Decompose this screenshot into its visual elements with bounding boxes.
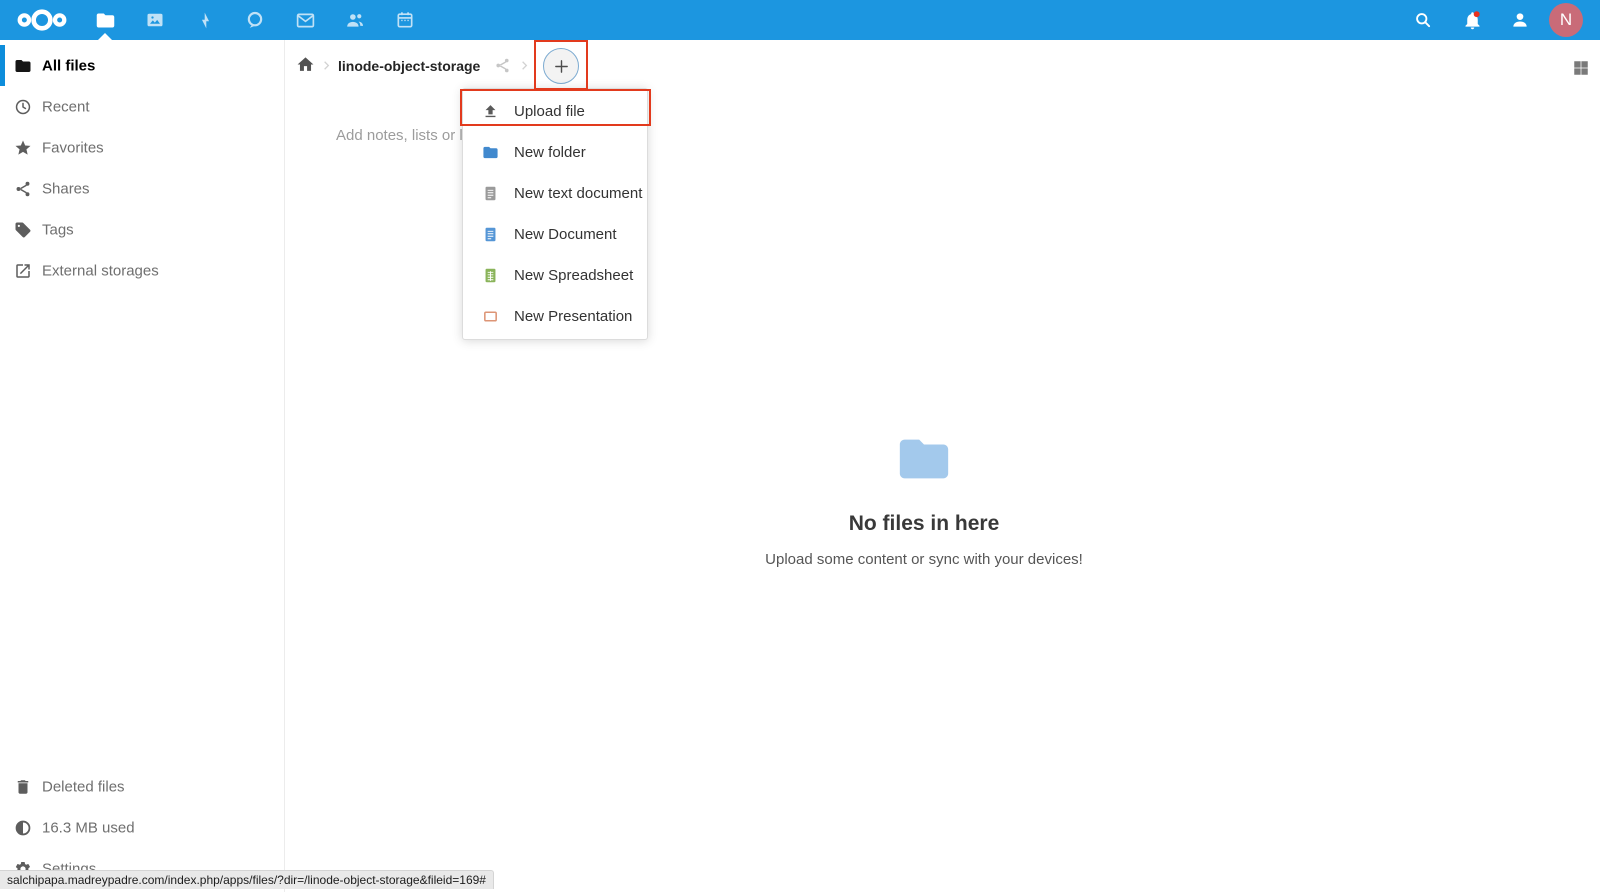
app-nav: [80, 0, 430, 40]
home-icon: [296, 55, 315, 74]
sidebar-item-label: All files: [42, 57, 95, 74]
sidebar-item-all-files[interactable]: All files: [0, 45, 284, 86]
external-link-icon: [14, 262, 32, 280]
talk-icon: [245, 10, 265, 30]
menu-item-new-folder[interactable]: New folder: [463, 132, 647, 173]
sidebar: All files Recent Favorites Shares Tags: [0, 40, 285, 892]
menu-item-new-text-document[interactable]: New text document: [463, 173, 647, 214]
contacts-menu-button[interactable]: [1501, 0, 1539, 40]
annotation-box-plus-button: [534, 40, 588, 90]
text-document-icon: [482, 185, 499, 202]
workspace-notes-placeholder[interactable]: Add notes, lists or lin: [336, 127, 474, 144]
contacts-icon: [345, 10, 366, 31]
spreadsheet-icon: [482, 267, 499, 284]
empty-state-subtitle: Upload some content or sync with your de…: [285, 551, 1563, 568]
new-folder-icon: [482, 144, 499, 161]
photos-icon: [145, 10, 165, 30]
sidebar-item-label: Shares: [42, 180, 90, 197]
menu-item-label: New Presentation: [514, 308, 632, 325]
star-icon: [14, 139, 32, 157]
contacts-menu-icon: [1510, 10, 1530, 30]
app-photos[interactable]: [130, 0, 180, 40]
presentation-icon: [482, 308, 499, 325]
document-icon: [482, 226, 499, 243]
clock-icon: [14, 98, 32, 116]
sidebar-item-label: Favorites: [42, 139, 104, 156]
status-bar-link-preview: salchipapa.madreypadre.com/index.php/app…: [0, 870, 494, 889]
grid-view-toggle-button[interactable]: [1572, 59, 1590, 77]
sidebar-item-deleted-files[interactable]: Deleted files: [0, 766, 284, 807]
nextcloud-files-page: N All files Recent Favorites Share: [0, 0, 1600, 892]
app-contacts[interactable]: [330, 0, 380, 40]
mail-icon: [295, 10, 316, 31]
empty-folder-icon: [895, 430, 953, 488]
menu-item-label: New text document: [514, 185, 642, 202]
calendar-icon: [395, 10, 415, 30]
empty-state-title: No files in here: [285, 512, 1563, 536]
sidebar-item-shares[interactable]: Shares: [0, 168, 284, 209]
search-icon: [1413, 10, 1433, 30]
sidebar-item-favorites[interactable]: Favorites: [0, 127, 284, 168]
quota-icon: [14, 819, 32, 837]
sidebar-item-label: Recent: [42, 98, 90, 115]
share-variant-icon: [494, 57, 511, 74]
avatar-initial: N: [1560, 10, 1572, 30]
notification-dot: [1473, 11, 1479, 17]
menu-item-label: New Spreadsheet: [514, 267, 633, 284]
app-activity[interactable]: [180, 0, 230, 40]
menu-item-new-presentation[interactable]: New Presentation: [463, 296, 647, 337]
app-calendar[interactable]: [380, 0, 430, 40]
annotation-box-upload-file: [460, 89, 651, 126]
menu-item-label: New Document: [514, 226, 617, 243]
empty-folder-state: No files in here Upload some content or …: [285, 430, 1563, 568]
sidebar-item-label: Deleted files: [42, 778, 125, 795]
activity-icon: [196, 11, 215, 30]
app-talk[interactable]: [230, 0, 280, 40]
sidebar-item-tags[interactable]: Tags: [0, 209, 284, 250]
bell-icon: [1462, 10, 1483, 31]
app-files[interactable]: [80, 0, 130, 40]
top-bar: N: [0, 0, 1600, 40]
sidebar-item-external-storages[interactable]: External storages: [0, 250, 284, 291]
grid-icon: [1572, 59, 1590, 77]
menu-item-label: New folder: [514, 144, 586, 161]
files-icon: [95, 10, 116, 31]
sidebar-item-recent[interactable]: Recent: [0, 86, 284, 127]
share-icon: [14, 180, 32, 198]
notifications-button[interactable]: [1453, 0, 1491, 40]
sidebar-item-quota[interactable]: 16.3 MB used: [0, 807, 284, 848]
nextcloud-logo[interactable]: [14, 7, 70, 33]
share-folder-button[interactable]: [494, 57, 511, 74]
trash-icon: [14, 778, 32, 796]
sidebar-item-label: External storages: [42, 262, 159, 279]
user-avatar[interactable]: N: [1549, 3, 1583, 37]
app-mail[interactable]: [280, 0, 330, 40]
search-button[interactable]: [1404, 0, 1442, 40]
active-app-indicator: [98, 33, 112, 40]
tag-icon: [14, 221, 32, 239]
nextcloud-logo-icon: [14, 7, 70, 33]
chevron-right-icon: [319, 58, 334, 73]
sidebar-item-label: 16.3 MB used: [42, 819, 135, 836]
folder-icon: [14, 57, 32, 75]
sidebar-item-label: Tags: [42, 221, 74, 238]
breadcrumb-home-button[interactable]: [296, 55, 315, 74]
chevron-right-icon: [517, 58, 532, 73]
menu-item-new-document[interactable]: New Document: [463, 214, 647, 255]
menu-item-new-spreadsheet[interactable]: New Spreadsheet: [463, 255, 647, 296]
breadcrumb-current-folder[interactable]: linode-object-storage: [338, 58, 480, 74]
